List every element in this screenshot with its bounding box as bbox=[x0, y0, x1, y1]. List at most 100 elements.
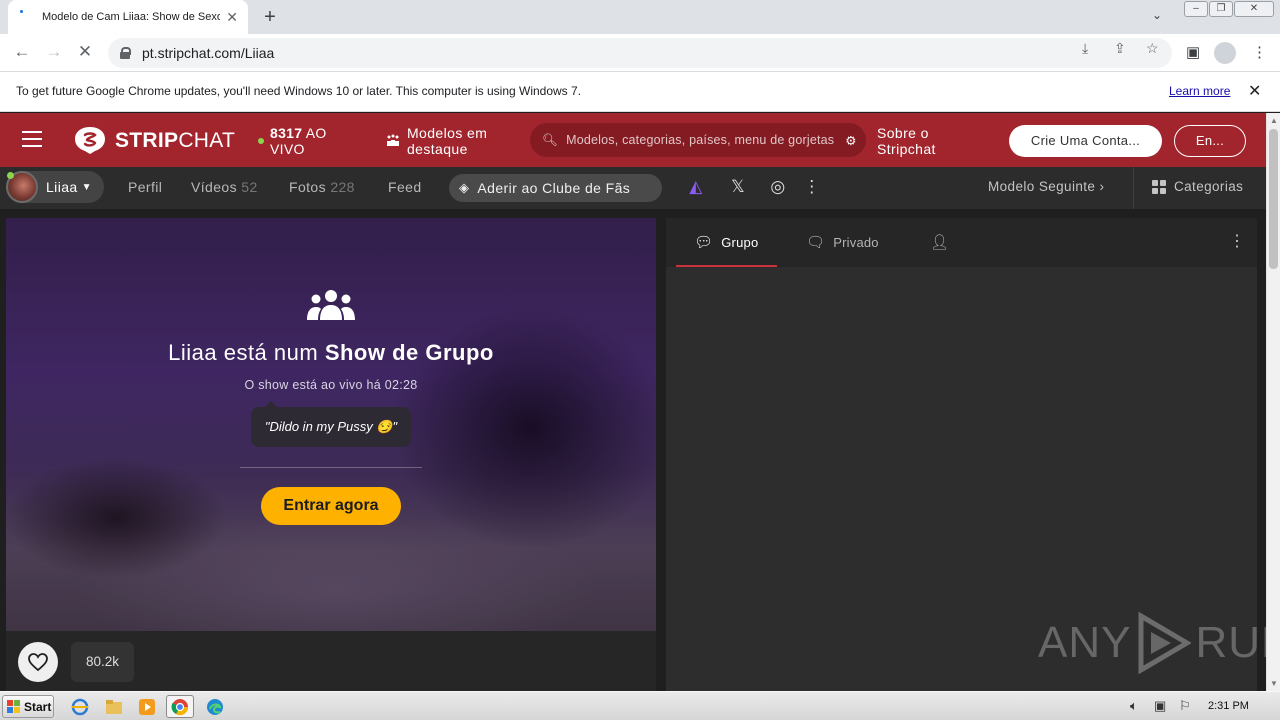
categories-button[interactable]: Categorias bbox=[1152, 179, 1243, 194]
chat-tabs: 💬︎ Grupo 🗨︎ Privado 👤︎ ⋮ bbox=[666, 218, 1257, 267]
media-player-icon[interactable] bbox=[133, 695, 161, 718]
page-scrollbar[interactable]: ▲ ▼ bbox=[1266, 113, 1280, 691]
volume-icon[interactable]: 🔈︎ bbox=[1130, 698, 1138, 714]
video-player[interactable]: Liiaa está num Show de Grupo O show está… bbox=[6, 218, 656, 631]
chat-bubble-icon: 💬︎ bbox=[694, 234, 714, 251]
about-stripchat-link[interactable]: Sobre o Stripchat bbox=[877, 125, 987, 157]
twitch-icon[interactable]: ◭ bbox=[685, 176, 707, 198]
forward-icon[interactable]: → bbox=[43, 42, 65, 62]
tab-photos[interactable]: Fotos 228 bbox=[289, 179, 355, 195]
side-panel-icon[interactable]: ▣ bbox=[1186, 43, 1200, 61]
featured-models-link[interactable]: Modelos em destaque bbox=[407, 125, 507, 157]
close-tab-icon[interactable]: ✕ bbox=[226, 9, 238, 26]
next-model-button[interactable]: Modelo Seguinte › bbox=[988, 179, 1104, 194]
infobar-close-icon[interactable]: ✕ bbox=[1248, 81, 1261, 101]
stripchat-logo-icon[interactable] bbox=[74, 126, 106, 154]
system-clock[interactable]: 2:31 PM bbox=[1208, 700, 1249, 712]
minimize-window-button[interactable]: – bbox=[1184, 1, 1208, 17]
show-title: Liiaa está num Show de Grupo bbox=[168, 340, 494, 365]
tab-private-chat[interactable]: 🗨︎ Privado bbox=[806, 233, 879, 251]
enter-now-button[interactable]: Entrar agora bbox=[261, 487, 401, 525]
windows-taskbar: Start 🔈︎ ▣ ⚐ 2:31 PM bbox=[0, 691, 1280, 720]
nav-divider bbox=[1133, 167, 1134, 209]
restore-window-button[interactable]: ❐ bbox=[1209, 1, 1233, 17]
show-live-time: O show está ao vivo há 02:28 bbox=[244, 378, 418, 392]
action-center-flag-icon[interactable]: ⚐ bbox=[1179, 698, 1191, 714]
tab-group-chat[interactable]: 💬︎ Grupo bbox=[694, 233, 758, 251]
install-app-icon[interactable]: ⤓ bbox=[1082, 40, 1088, 57]
close-window-button[interactable]: ✕ bbox=[1234, 1, 1274, 17]
grid-icon bbox=[1152, 179, 1166, 194]
tab-profile[interactable]: Perfil bbox=[128, 179, 162, 195]
anyrun-watermark: ANY RUN bbox=[1038, 612, 1280, 674]
browser-tab-strip: Modelo de Cam Liiaa: Show de Sexo ✕ + ⌄ … bbox=[0, 0, 1280, 34]
favorites-count: 80.2k bbox=[71, 642, 134, 682]
anyrun-play-icon bbox=[1138, 612, 1192, 674]
more-options-icon[interactable]: ⋮ bbox=[801, 176, 823, 198]
profile-avatar-icon[interactable] bbox=[1214, 42, 1236, 64]
active-tab-underline bbox=[676, 265, 777, 267]
diamond-icon: ◈ bbox=[459, 180, 470, 195]
address-bar[interactable]: pt.stripchat.com/Liiaa bbox=[108, 38, 1172, 68]
live-indicator-dot bbox=[258, 138, 264, 144]
photos-count: 228 bbox=[330, 179, 355, 195]
start-button[interactable]: Start bbox=[2, 695, 54, 718]
featured-models-icon bbox=[387, 134, 399, 146]
chrome-taskbar-icon[interactable] bbox=[166, 695, 194, 718]
heart-icon bbox=[28, 653, 48, 671]
chat-panel: 💬︎ Grupo 🗨︎ Privado 👤︎ ⋮ ANY RUN bbox=[666, 218, 1280, 691]
hamburger-menu-icon[interactable] bbox=[22, 131, 42, 147]
join-fan-club-button[interactable]: ◈ Aderir ao Clube de Fãs bbox=[449, 174, 662, 202]
model-navigation: Liiaa ▼ Perfil Vídeos 52 Fotos 228 Feed … bbox=[0, 167, 1266, 209]
search-filter-icon[interactable]: ⚙ bbox=[836, 133, 866, 148]
scrollbar-thumb[interactable] bbox=[1269, 129, 1278, 269]
stripchat-logo-text[interactable]: STRIPCHAT bbox=[115, 129, 235, 153]
site-search-input[interactable]: 🔍︎ Modelos, categorias, países, menu de … bbox=[530, 123, 866, 157]
model-name: Liiaa bbox=[46, 179, 78, 195]
loading-favicon-icon bbox=[18, 10, 32, 24]
login-button[interactable]: En... bbox=[1174, 125, 1246, 157]
infobar-message: To get future Google Chrome updates, you… bbox=[16, 84, 582, 98]
tab-feed[interactable]: Feed bbox=[388, 179, 422, 195]
back-icon[interactable]: ← bbox=[11, 42, 33, 62]
live-count: 8317 bbox=[270, 125, 303, 141]
internet-explorer-icon[interactable] bbox=[66, 695, 94, 718]
chrome-menu-icon[interactable]: ⋮ bbox=[1252, 43, 1267, 61]
bookmark-star-icon[interactable]: ☆ bbox=[1146, 40, 1159, 57]
browser-tab[interactable]: Modelo de Cam Liiaa: Show de Sexo ✕ bbox=[8, 0, 248, 34]
windows-logo-icon bbox=[7, 700, 20, 713]
tab-users[interactable]: 👤︎ bbox=[930, 233, 957, 251]
lock-icon bbox=[120, 47, 131, 59]
chat-menu-icon[interactable]: ⋮ bbox=[1229, 231, 1245, 251]
videos-count: 52 bbox=[241, 179, 258, 195]
new-tab-button[interactable]: + bbox=[258, 6, 282, 29]
site-header: STRIPCHAT 8317 AO VIVO Modelos em destaqu… bbox=[0, 113, 1266, 167]
url-text: pt.stripchat.com/Liiaa bbox=[142, 45, 275, 61]
share-icon[interactable]: ⇪ bbox=[1114, 40, 1126, 57]
update-infobar: To get future Google Chrome updates, you… bbox=[0, 72, 1280, 112]
scroll-down-icon[interactable]: ▼ bbox=[1270, 679, 1278, 688]
edge-icon[interactable] bbox=[201, 695, 229, 718]
live-count-link[interactable]: 8317 AO VIVO bbox=[270, 125, 350, 157]
tab-videos[interactable]: Vídeos 52 bbox=[191, 179, 258, 195]
signup-button[interactable]: Crie Uma Conta... bbox=[1009, 125, 1162, 157]
tab-title: Modelo de Cam Liiaa: Show de Sexo bbox=[42, 11, 221, 23]
tab-search-icon[interactable]: ⌄ bbox=[1152, 8, 1162, 22]
search-placeholder: Modelos, categorias, países, menu de gor… bbox=[566, 133, 835, 147]
private-chat-icon: 🗨︎ bbox=[806, 234, 826, 251]
browser-toolbar: ← → ✕ pt.stripchat.com/Liiaa ⤓ ⇪ ☆ ▣ ⋮ bbox=[0, 34, 1280, 72]
favorite-button[interactable] bbox=[18, 642, 58, 682]
x-twitter-icon[interactable]: 𝕏 bbox=[727, 176, 749, 198]
stop-loading-icon[interactable]: ✕ bbox=[74, 42, 96, 62]
scroll-up-icon[interactable]: ▲ bbox=[1270, 116, 1278, 125]
group-users-icon bbox=[307, 290, 355, 320]
overlay-divider bbox=[240, 467, 422, 468]
instagram-icon[interactable]: ◎ bbox=[767, 176, 789, 198]
model-selector[interactable]: Liiaa ▼ bbox=[6, 171, 104, 203]
search-icon: 🔍︎ bbox=[542, 132, 559, 147]
network-icon[interactable]: ▣ bbox=[1154, 698, 1166, 714]
file-explorer-icon[interactable] bbox=[100, 695, 128, 718]
learn-more-link[interactable]: Learn more bbox=[1169, 84, 1230, 98]
show-topic: "Dildo in my Pussy 😏" bbox=[251, 401, 411, 447]
chevron-down-icon: ▼ bbox=[81, 181, 92, 193]
